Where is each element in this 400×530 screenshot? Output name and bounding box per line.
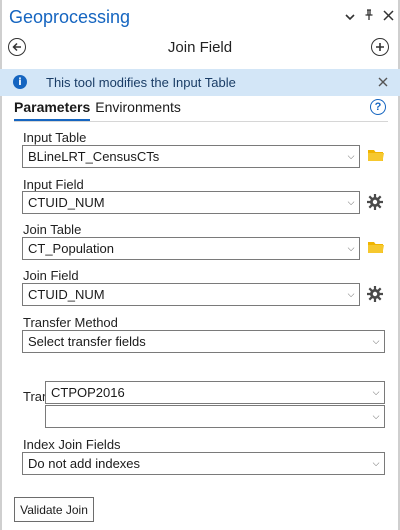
join-table-label: Join Table <box>23 222 82 237</box>
browse-join-table-button[interactable] <box>367 239 385 257</box>
pane-title: Geoprocessing <box>9 7 131 27</box>
input-field-select[interactable]: CTUID_NUM ⌵ <box>22 191 360 214</box>
transfer-field-value-1: CTPOP2016 <box>51 385 125 400</box>
validate-join-button[interactable]: Validate Join <box>14 497 94 522</box>
gear-icon <box>367 286 383 302</box>
gear-icon <box>367 194 383 210</box>
tab-environments[interactable]: Environments <box>95 99 181 121</box>
info-bar: i This tool modifies the Input Table <box>0 69 400 96</box>
close-pane-icon[interactable] <box>383 8 394 24</box>
plus-icon <box>376 43 384 51</box>
chevron-down-icon: ⌵ <box>347 151 355 162</box>
input-table-value: BLineLRT_CensusCTs <box>28 149 160 164</box>
chevron-down-icon: ⌵ <box>372 336 380 347</box>
browse-input-table-button[interactable] <box>367 147 385 165</box>
tab-strip: Parameters Environments <box>14 99 181 121</box>
chevron-down-icon: ⌵ <box>372 458 380 469</box>
info-message: This tool modifies the Input Table <box>46 75 236 90</box>
folder-icon <box>368 242 384 253</box>
tab-divider <box>14 121 388 122</box>
join-field-value: CTUID_NUM <box>28 287 105 302</box>
chevron-down-icon: ⌵ <box>372 411 380 422</box>
index-join-fields-value: Do not add indexes <box>28 456 141 471</box>
chevron-down-icon: ⌵ <box>347 243 355 254</box>
tool-header: Join Field <box>0 36 400 60</box>
transfer-method-value: Select transfer fields <box>28 334 146 349</box>
input-table-select[interactable]: BLineLRT_CensusCTs ⌵ <box>22 145 360 168</box>
join-field-properties-button[interactable] <box>366 285 384 303</box>
input-field-value: CTUID_NUM <box>28 195 105 210</box>
join-table-value: CT_Population <box>28 241 114 256</box>
tab-parameters[interactable]: Parameters <box>14 99 91 121</box>
options-chevron-icon[interactable] <box>345 8 355 24</box>
input-table-label: Input Table <box>23 130 87 145</box>
folder-icon <box>368 150 384 161</box>
chevron-down-icon: ⌵ <box>347 289 355 300</box>
chevron-down-icon: ⌵ <box>347 197 355 208</box>
tool-title: Join Field <box>167 39 233 56</box>
index-join-fields-label: Index Join Fields <box>23 437 121 452</box>
transfer-method-select[interactable]: Select transfer fields ⌵ <box>22 330 385 353</box>
input-field-properties-button[interactable] <box>366 193 384 211</box>
transfer-method-label: Transfer Method <box>23 315 118 330</box>
index-join-fields-select[interactable]: Do not add indexes ⌵ <box>22 452 385 475</box>
join-field-select[interactable]: CTUID_NUM ⌵ <box>22 283 360 306</box>
close-icon <box>378 77 388 87</box>
join-table-select[interactable]: CT_Population ⌵ <box>22 237 360 260</box>
chevron-down-icon: ⌵ <box>372 387 380 398</box>
pin-icon[interactable] <box>364 8 374 24</box>
input-field-label: Input Field <box>23 177 84 192</box>
info-icon: i <box>13 75 27 89</box>
transfer-field-select-1[interactable]: CTPOP2016 ⌵ <box>45 381 385 404</box>
add-button[interactable] <box>371 38 389 56</box>
pane-controls <box>345 8 394 24</box>
join-field-label: Join Field <box>23 268 79 283</box>
transfer-field-select-2[interactable]: ⌵ <box>45 405 385 428</box>
help-icon[interactable]: ? <box>370 99 386 115</box>
dismiss-info-button[interactable] <box>378 73 388 92</box>
